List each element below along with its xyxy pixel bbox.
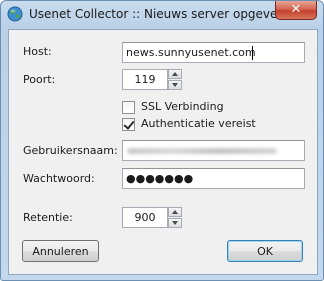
text-caret [252,46,253,60]
password-label: Wachtwoord: [23,172,95,185]
ssl-label[interactable]: SSL Verbinding [141,100,224,113]
username-input[interactable] [122,140,305,161]
host-label: Host: [23,45,52,58]
spin-down-icon[interactable] [168,218,182,228]
host-value: news.sunnyusenet.com [126,46,256,59]
retention-input[interactable]: 900 [122,207,168,228]
close-button[interactable]: ✕ [275,1,317,20]
dialog-window: Usenet Collector :: Nieuws server opgeve… [0,0,324,281]
retention-spin-buttons [168,207,182,228]
redacted-username [127,148,277,154]
ok-button[interactable]: OK [227,240,303,262]
dialog-client-area: Host: news.sunnyusenet.com Poort: 119 SS… [8,29,318,275]
ssl-checkbox[interactable] [122,101,135,114]
port-spin-buttons [168,69,182,90]
retention-label: Retentie: [23,211,73,224]
port-value: 119 [134,73,156,86]
host-input[interactable]: news.sunnyusenet.com [122,42,305,63]
username-label: Gebruikersnaam: [23,144,118,157]
auth-checkbox[interactable] [122,118,135,131]
title-bar[interactable]: Usenet Collector :: Nieuws server opgeve… [1,1,323,29]
cancel-button[interactable]: Annuleren [22,240,99,262]
spin-up-icon[interactable] [168,69,182,79]
globe-icon [7,6,23,22]
password-value: ●●●●●●● [126,172,194,185]
spin-up-icon[interactable] [168,207,182,217]
retention-value: 900 [134,211,156,224]
cancel-button-label: Annuleren [32,245,89,258]
retention-stepper[interactable]: 900 [122,207,182,228]
window-title: Usenet Collector :: Nieuws server opgeve… [29,7,286,21]
port-label: Poort: [23,73,56,86]
close-icon: ✕ [290,2,302,17]
password-input[interactable]: ●●●●●●● [122,168,305,189]
spin-down-icon[interactable] [168,80,182,90]
auth-label[interactable]: Authenticatie vereist [141,117,256,130]
port-input[interactable]: 119 [122,69,168,90]
port-stepper[interactable]: 119 [122,69,182,90]
ok-button-label: OK [257,245,273,258]
